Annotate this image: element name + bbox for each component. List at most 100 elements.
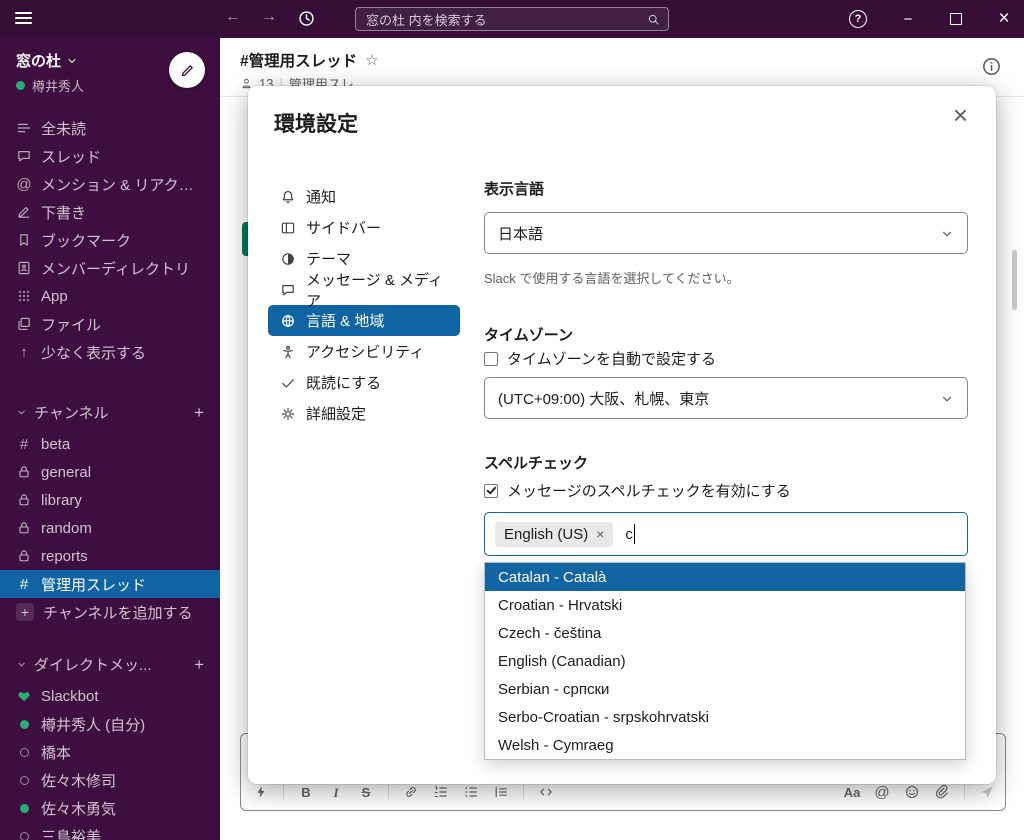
channel-item[interactable]: reports	[0, 542, 220, 570]
italic-icon[interactable]: I	[328, 784, 344, 800]
channels-section-header[interactable]: チャンネル +	[0, 398, 220, 426]
help-icon[interactable]: ?	[849, 10, 867, 28]
language-option[interactable]: Serbo-Croatian - srpskohrvatski	[485, 703, 965, 731]
bullet-list-icon[interactable]	[463, 784, 479, 800]
mention-icon[interactable]: @	[874, 784, 890, 800]
prefs-nav-pane[interactable]: サイドバー	[268, 212, 460, 243]
send-icon[interactable]	[979, 784, 995, 800]
dm-name: Slackbot	[41, 687, 99, 705]
toolbar-divider	[964, 784, 965, 800]
workspace-menu[interactable]: 窓の杜	[16, 50, 78, 71]
sidebar-item-label: 全未読	[41, 120, 87, 138]
prefs-nav-gear[interactable]: 詳細設定	[268, 398, 460, 429]
minimize-button[interactable]: −	[888, 0, 928, 38]
spellcheck-checkbox[interactable]	[484, 483, 498, 498]
channel-item[interactable]: # beta	[0, 430, 220, 458]
ordered-list-icon[interactable]	[433, 784, 449, 800]
sidebar-item-show-less[interactable]: ↑ 少なく表示する	[0, 338, 220, 366]
blockquote-icon[interactable]	[493, 784, 509, 800]
attach-icon[interactable]	[934, 784, 950, 800]
link-icon[interactable]	[403, 784, 419, 800]
sidebar-item-files[interactable]: ファイル	[0, 310, 220, 338]
scrollbar-thumb[interactable]	[1012, 250, 1017, 310]
strikethrough-icon[interactable]: S	[358, 784, 374, 800]
history-back-icon[interactable]: ←	[225, 8, 241, 26]
sidebar-item-drafts[interactable]: 下書き	[0, 198, 220, 226]
sidebar-item-directory[interactable]: メンバーディレクトリ	[0, 254, 220, 282]
dm-item[interactable]: Slackbot	[0, 682, 220, 710]
sidebar-item-bookmark[interactable]: ブックマーク	[0, 226, 220, 254]
emoji-icon[interactable]	[904, 784, 920, 800]
theme-icon	[280, 251, 296, 267]
add-channel-button[interactable]: + チャンネルを追加する	[0, 598, 220, 626]
apps-icon	[16, 288, 32, 304]
channel-item[interactable]: random	[0, 514, 220, 542]
search-placeholder: 窓の杜 内を検索する	[366, 12, 487, 28]
dm-item[interactable]: 佐々木勇気	[0, 794, 220, 822]
display-language-select[interactable]: 日本語	[484, 212, 968, 254]
unreads-icon	[16, 120, 32, 136]
text-format-icon[interactable]: Aa	[844, 784, 861, 800]
history-clock-icon[interactable]	[297, 9, 316, 28]
channel-item[interactable]: general	[0, 458, 220, 486]
toolbar-divider	[283, 784, 284, 800]
timezone-select[interactable]: (UTC+09:00) 大阪、札幌、東京	[484, 377, 968, 419]
star-icon[interactable]: ☆	[365, 51, 378, 69]
offline-status-dot	[16, 772, 32, 788]
prefs-nav-bell[interactable]: 通知	[268, 181, 460, 212]
dm-section-header[interactable]: ダイレクトメッ... +	[0, 650, 220, 678]
maximize-button[interactable]	[936, 0, 976, 38]
info-icon[interactable]	[981, 56, 1002, 77]
preferences-modal: 環境設定 × 通知 サイドバー テーマ メッセージ & メディア 言語 & 地域 アクセシ…	[248, 86, 996, 784]
prefs-nav-messages[interactable]: メッセージ & メディア	[268, 272, 460, 310]
language-option[interactable]: Welsh - Cymraeg	[485, 731, 965, 759]
channel-item[interactable]: # 管理用スレッド	[0, 570, 220, 598]
search-input[interactable]: 窓の杜 内を検索する	[355, 7, 669, 31]
sidebar-item-unreads[interactable]: 全未読	[0, 114, 220, 142]
bold-icon[interactable]: B	[298, 784, 314, 800]
add-channel-icon[interactable]: +	[194, 404, 204, 421]
remove-chip-icon[interactable]: ×	[596, 527, 604, 541]
channel-item[interactable]: library	[0, 486, 220, 514]
channel-title[interactable]: #管理用スレッド	[240, 49, 357, 71]
channel-name: reports	[41, 547, 88, 565]
language-option[interactable]: English (Canadian)	[485, 647, 965, 675]
language-option[interactable]: Serbian - српски	[485, 675, 965, 703]
lock-icon	[16, 492, 32, 508]
prefs-nav-accessibility[interactable]: アクセシビリティ	[268, 336, 460, 367]
add-dm-icon[interactable]: +	[194, 656, 204, 673]
sidebar-item-threads[interactable]: スレッド	[0, 142, 220, 170]
close-window-button[interactable]: ×	[984, 0, 1024, 38]
auto-timezone-checkbox[interactable]	[484, 351, 498, 366]
spellcheck-language-input[interactable]: English (US) × c	[484, 512, 968, 556]
spellcheck-enable-row[interactable]: メッセージのスペルチェックを有効にする	[484, 480, 791, 501]
auto-timezone-row[interactable]: タイムゾーンを自動で設定する	[484, 348, 716, 369]
toolbar-divider	[388, 784, 389, 800]
channel-name: beta	[41, 435, 71, 453]
bolt-icon[interactable]	[253, 784, 269, 800]
channel-name: 管理用スレッド	[41, 576, 147, 594]
sidebar-item-label: 下書き	[41, 204, 87, 222]
sidebar-item-label: App	[41, 287, 68, 305]
menu-icon[interactable]	[15, 12, 32, 27]
prefs-nav-label: アクセシビリティ	[306, 344, 425, 361]
dm-item[interactable]: 樽井秀人 (自分)	[0, 710, 220, 738]
language-option[interactable]: Croatian - Hrvatski	[485, 591, 965, 619]
user-presence[interactable]: 樽井秀人	[16, 76, 84, 95]
directory-icon	[16, 260, 32, 276]
prefs-nav-read[interactable]: 既読にする	[268, 367, 460, 398]
language-option[interactable]: Catalan - Català	[485, 563, 965, 591]
compose-button[interactable]	[169, 52, 205, 88]
dm-item[interactable]: 橋本	[0, 738, 220, 766]
offline-status-dot	[16, 828, 32, 840]
sidebar-item-mentions[interactable]: @ メンション & リアクシ...	[0, 170, 220, 198]
dm-item[interactable]: 佐々木修司	[0, 766, 220, 794]
language-option[interactable]: Czech - čeština	[485, 619, 965, 647]
sidebar-item-apps[interactable]: App	[0, 282, 220, 310]
dm-item[interactable]: 三島裕美	[0, 822, 220, 840]
dm-name: 橋本	[41, 744, 72, 762]
messages-icon	[280, 282, 296, 298]
code-icon[interactable]	[538, 784, 554, 800]
history-forward-icon[interactable]: →	[261, 8, 277, 26]
user-name: 樽井秀人	[32, 79, 85, 94]
